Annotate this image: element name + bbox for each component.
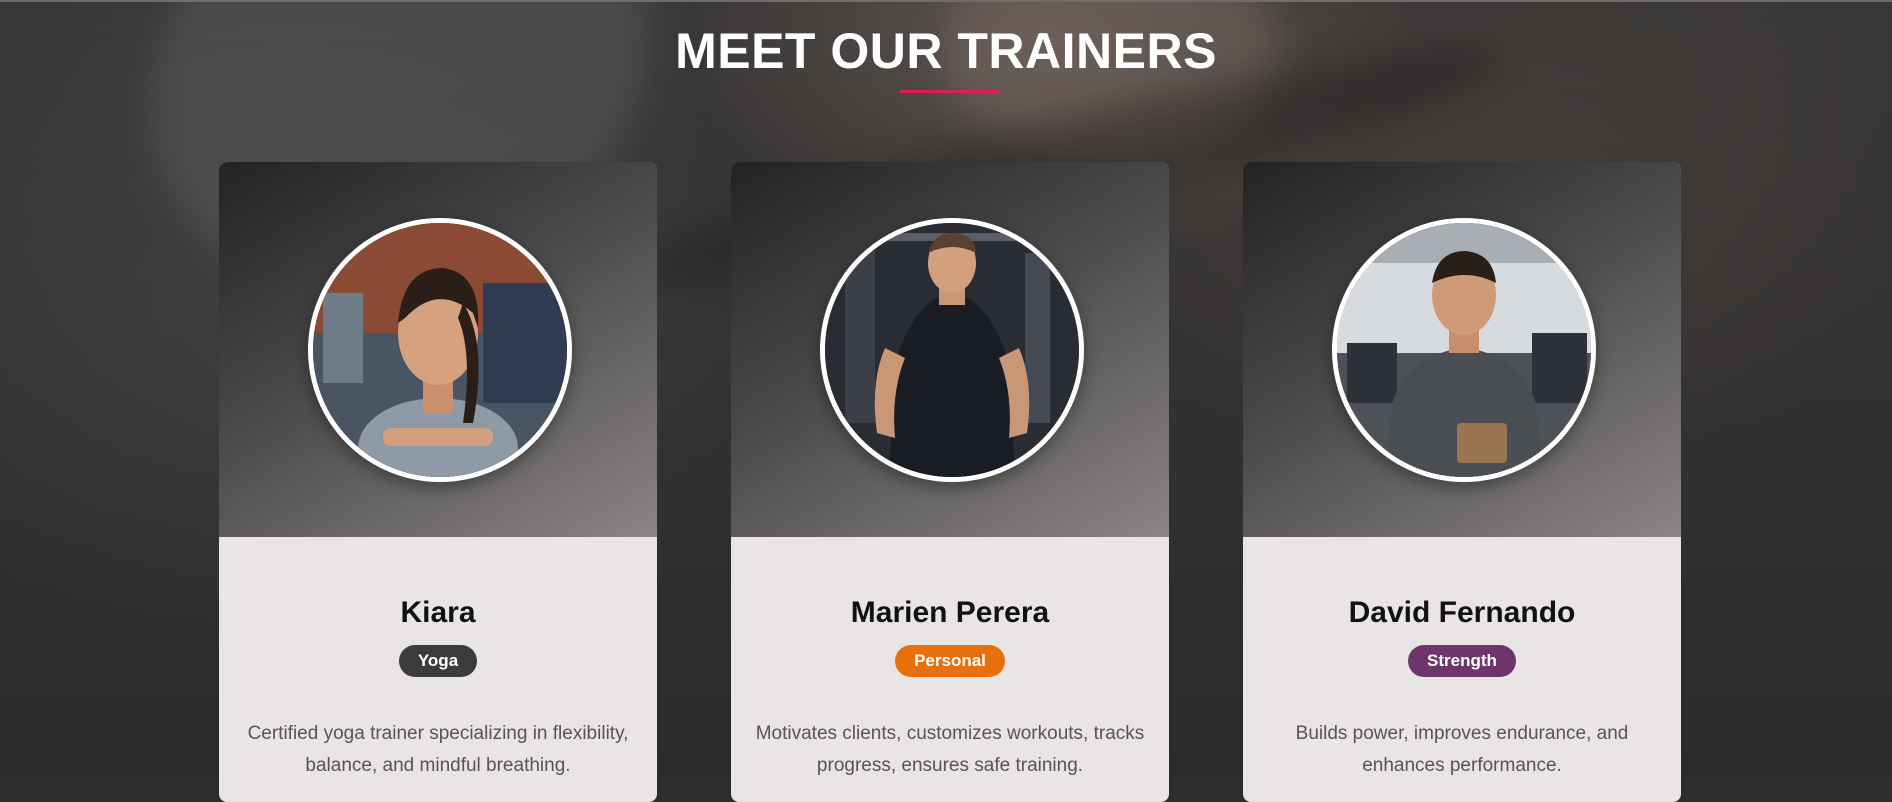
section-title: MEET OUR TRAINERS [675, 23, 1217, 79]
trainer-description: Motivates clients, customizes workouts, … [755, 723, 1145, 776]
trainer-card[interactable]: Marien Perera Personal Motivates clients… [731, 162, 1169, 802]
trainer-description: Builds power, improves endurance, and en… [1295, 723, 1629, 776]
trainer-photo [308, 218, 572, 482]
specialty-badge: Strength [1408, 645, 1516, 677]
specialty-badge: Personal [895, 645, 1005, 677]
trainer-description: Certified yoga trainer specializing in f… [247, 723, 629, 776]
title-underline [900, 90, 1000, 93]
trainer-card[interactable]: David Fernando Strength Builds power, im… [1243, 162, 1681, 802]
trainer-name: Kiara [400, 596, 476, 629]
card-header [1243, 162, 1681, 537]
trainer-photo [820, 218, 1084, 482]
specialty-badge: Yoga [398, 645, 478, 677]
card-header [219, 162, 657, 537]
card-header [731, 162, 1169, 537]
trainer-name: David Fernando [1348, 596, 1576, 629]
trainer-card[interactable]: Kiara Yoga Certified yoga trainer specia… [219, 162, 657, 802]
top-divider [0, 0, 1892, 2]
trainer-name: Marien Perera [850, 596, 1050, 629]
trainer-photo [1332, 218, 1596, 482]
